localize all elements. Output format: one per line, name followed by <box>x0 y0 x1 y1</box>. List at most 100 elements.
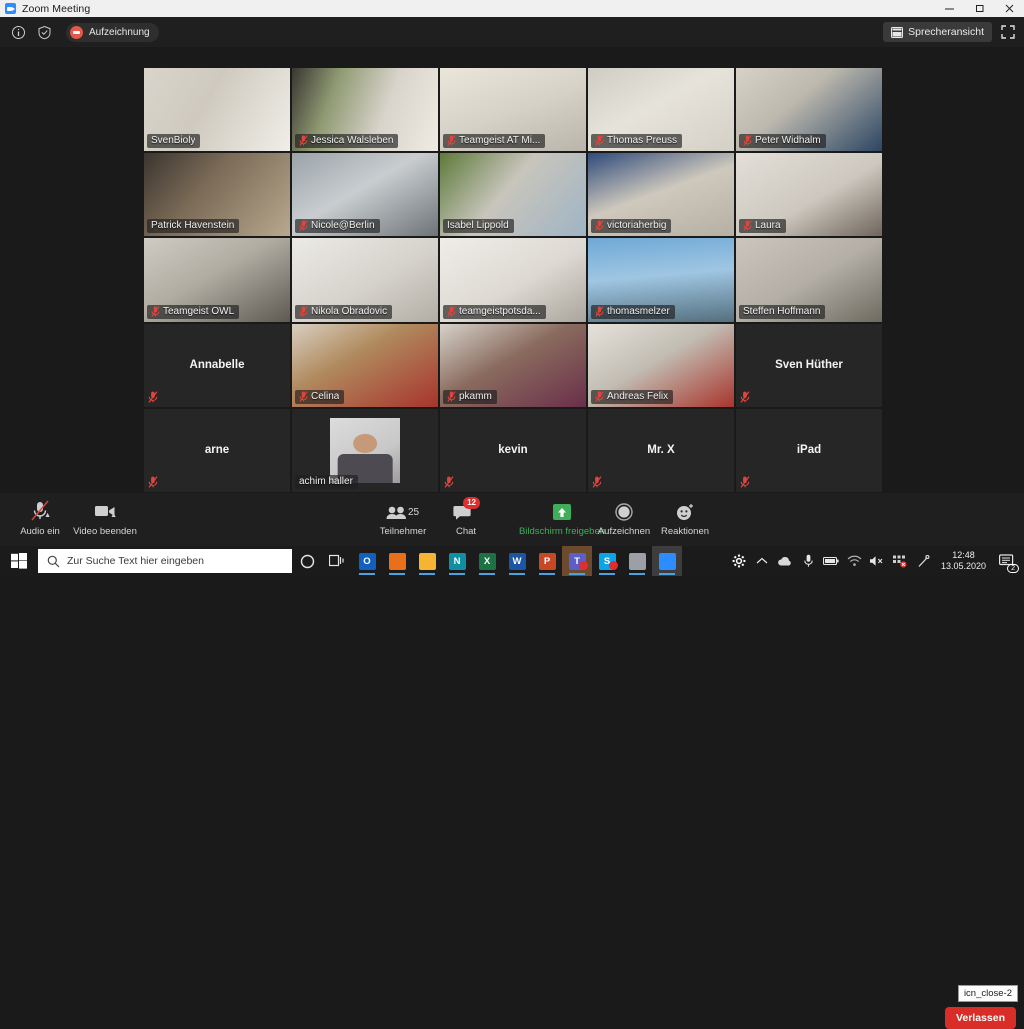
teams-icon[interactable]: T <box>562 546 592 576</box>
notification-icon[interactable]: 2 <box>992 546 1022 576</box>
participant-tile[interactable]: Annabelle <box>144 323 290 407</box>
chevron-up-icon[interactable] <box>751 546 774 576</box>
task-view-icon[interactable] <box>322 546 352 576</box>
battery-icon[interactable] <box>820 546 843 576</box>
participant-tile[interactable]: teamgeistpotsda... <box>440 238 586 322</box>
audio-options-caret[interactable]: ▲ <box>44 512 51 519</box>
clock-date: 13.05.2020 <box>940 561 986 571</box>
network-error-icon[interactable] <box>889 546 912 576</box>
wifi-icon[interactable] <box>843 546 866 576</box>
leave-button[interactable]: Verlassen <box>944 1007 1016 1029</box>
shield-icon[interactable] <box>34 22 54 42</box>
participant-tile[interactable]: achim haller <box>292 408 438 492</box>
participant-name: Laura <box>755 220 781 232</box>
participant-name: Celina <box>311 390 340 402</box>
participant-nametag: Andreas Felix <box>591 389 674 404</box>
fullscreen-icon[interactable] <box>998 22 1018 42</box>
participant-tile[interactable]: Andreas Felix <box>588 323 734 407</box>
chat-icon: 12 <box>453 497 480 523</box>
video-options-caret[interactable]: ▲ <box>110 512 117 519</box>
participant-tile[interactable]: kevin <box>440 408 586 492</box>
participant-nametag: Peter Widhalm <box>739 134 826 149</box>
reactions-label: Reaktionen <box>660 526 710 537</box>
participant-name: Nikola Obradovic <box>311 305 388 317</box>
audio-label: Audio ein <box>20 526 60 537</box>
close-icon[interactable] <box>994 0 1024 17</box>
participant-name: Teamgeist AT Mi... <box>459 135 541 147</box>
video-stage: SvenBioly Jessica Walsleben Teamgeist AT M… <box>0 47 1024 493</box>
speaker-view-icon <box>891 26 904 38</box>
maximize-icon[interactable] <box>964 0 994 17</box>
participant-nametag: Steffen Hoffmann <box>739 304 826 319</box>
mic-off-icon: ▲ <box>29 499 51 523</box>
window-controls <box>934 0 1024 17</box>
smiley-icon <box>674 499 696 523</box>
participant-tile[interactable]: Isabel Lippold <box>440 153 586 237</box>
participant-name: Patrick Havenstein <box>151 220 235 232</box>
skype-icon[interactable]: S <box>592 546 622 576</box>
onedrive-cloud-icon[interactable] <box>774 546 797 576</box>
ppt-window-icon[interactable] <box>622 546 652 576</box>
speaker-view-button[interactable]: Sprecheransicht <box>883 22 992 42</box>
participant-tile[interactable]: Thomas Preuss <box>588 68 734 152</box>
microphone-icon[interactable] <box>797 546 820 576</box>
window-title: Zoom Meeting <box>22 2 91 15</box>
cortana-icon[interactable] <box>292 546 322 576</box>
participant-tile[interactable]: Nikola Obradovic <box>292 238 438 322</box>
clock-time: 12:48 <box>952 550 975 560</box>
powerpoint-icon[interactable]: P <box>532 546 562 576</box>
onenote-icon[interactable]: N <box>442 546 472 576</box>
participant-tile[interactable]: Celina <box>292 323 438 407</box>
zoom-icon[interactable] <box>652 546 682 576</box>
participant-nametag: teamgeistpotsda... <box>443 304 546 319</box>
participant-tile[interactable]: thomasmelzer <box>588 238 734 322</box>
reactions-button[interactable]: Reaktionen <box>645 499 725 537</box>
participant-name: Thomas Preuss <box>607 135 678 147</box>
taskbar-clock[interactable]: 12:48 13.05.2020 <box>935 550 992 572</box>
info-icon[interactable] <box>8 22 28 42</box>
firefox-icon[interactable] <box>382 546 412 576</box>
participant-tile[interactable]: Teamgeist OWL <box>144 238 290 322</box>
chat-button[interactable]: 12 Chat <box>426 497 506 537</box>
search-input[interactable]: Zur Suche Text hier eingeben <box>38 549 292 573</box>
camera-icon: ▲ <box>93 499 117 523</box>
participant-nametag: pkamm <box>443 389 497 404</box>
participant-nametag: Jessica Walsleben <box>295 134 399 149</box>
participant-nametag: Laura <box>739 219 786 234</box>
excel-icon[interactable]: X <box>472 546 502 576</box>
gear-icon[interactable] <box>728 546 751 576</box>
participant-tile[interactable]: Jessica Walsleben <box>292 68 438 152</box>
meeting-toolbar: ▲ Audio ein ▲ Video beenden 25 Teilnehme… <box>0 493 1024 1029</box>
participant-name: Nicole@Berlin <box>311 220 375 232</box>
word-icon[interactable]: W <box>502 546 532 576</box>
search-placeholder: Zur Suche Text hier eingeben <box>67 555 204 567</box>
outlook-icon[interactable]: O <box>352 546 382 576</box>
participant-tile[interactable]: Teamgeist AT Mi... <box>440 68 586 152</box>
file-explorer-icon[interactable] <box>412 546 442 576</box>
participant-tile[interactable]: Laura <box>736 153 882 237</box>
recording-indicator[interactable]: Aufzeichnung <box>66 22 159 42</box>
chat-label: Chat <box>455 526 477 537</box>
window-title-bar: Zoom Meeting <box>0 0 1024 17</box>
participant-tile[interactable]: arne <box>144 408 290 492</box>
participant-tile[interactable]: Sven Hüther <box>736 323 882 407</box>
participant-name: Teamgeist OWL <box>163 305 235 317</box>
participant-name: thomasmelzer <box>607 305 670 317</box>
participant-tile[interactable]: Patrick Havenstein <box>144 153 290 237</box>
video-button[interactable]: ▲ Video beenden <box>65 499 145 537</box>
windows-start-icon[interactable] <box>0 546 38 576</box>
speaker-muted-icon[interactable] <box>866 546 889 576</box>
participant-tile[interactable]: Steffen Hoffmann <box>736 238 882 322</box>
participant-tile[interactable]: iPad <box>736 408 882 492</box>
minimize-icon[interactable] <box>934 0 964 17</box>
participant-tile[interactable]: pkamm <box>440 323 586 407</box>
participant-tile[interactable]: victoriaherbig <box>588 153 734 237</box>
zoom-icon <box>5 3 16 14</box>
pen-icon[interactable] <box>912 546 935 576</box>
participant-tile[interactable]: Nicole@Berlin <box>292 153 438 237</box>
participant-tile[interactable]: Peter Widhalm <box>736 68 882 152</box>
participant-nametag: Thomas Preuss <box>591 134 683 149</box>
participant-nametag: Teamgeist OWL <box>147 304 240 319</box>
participant-tile[interactable]: SvenBioly <box>144 68 290 152</box>
participant-tile[interactable]: Mr. X <box>588 408 734 492</box>
